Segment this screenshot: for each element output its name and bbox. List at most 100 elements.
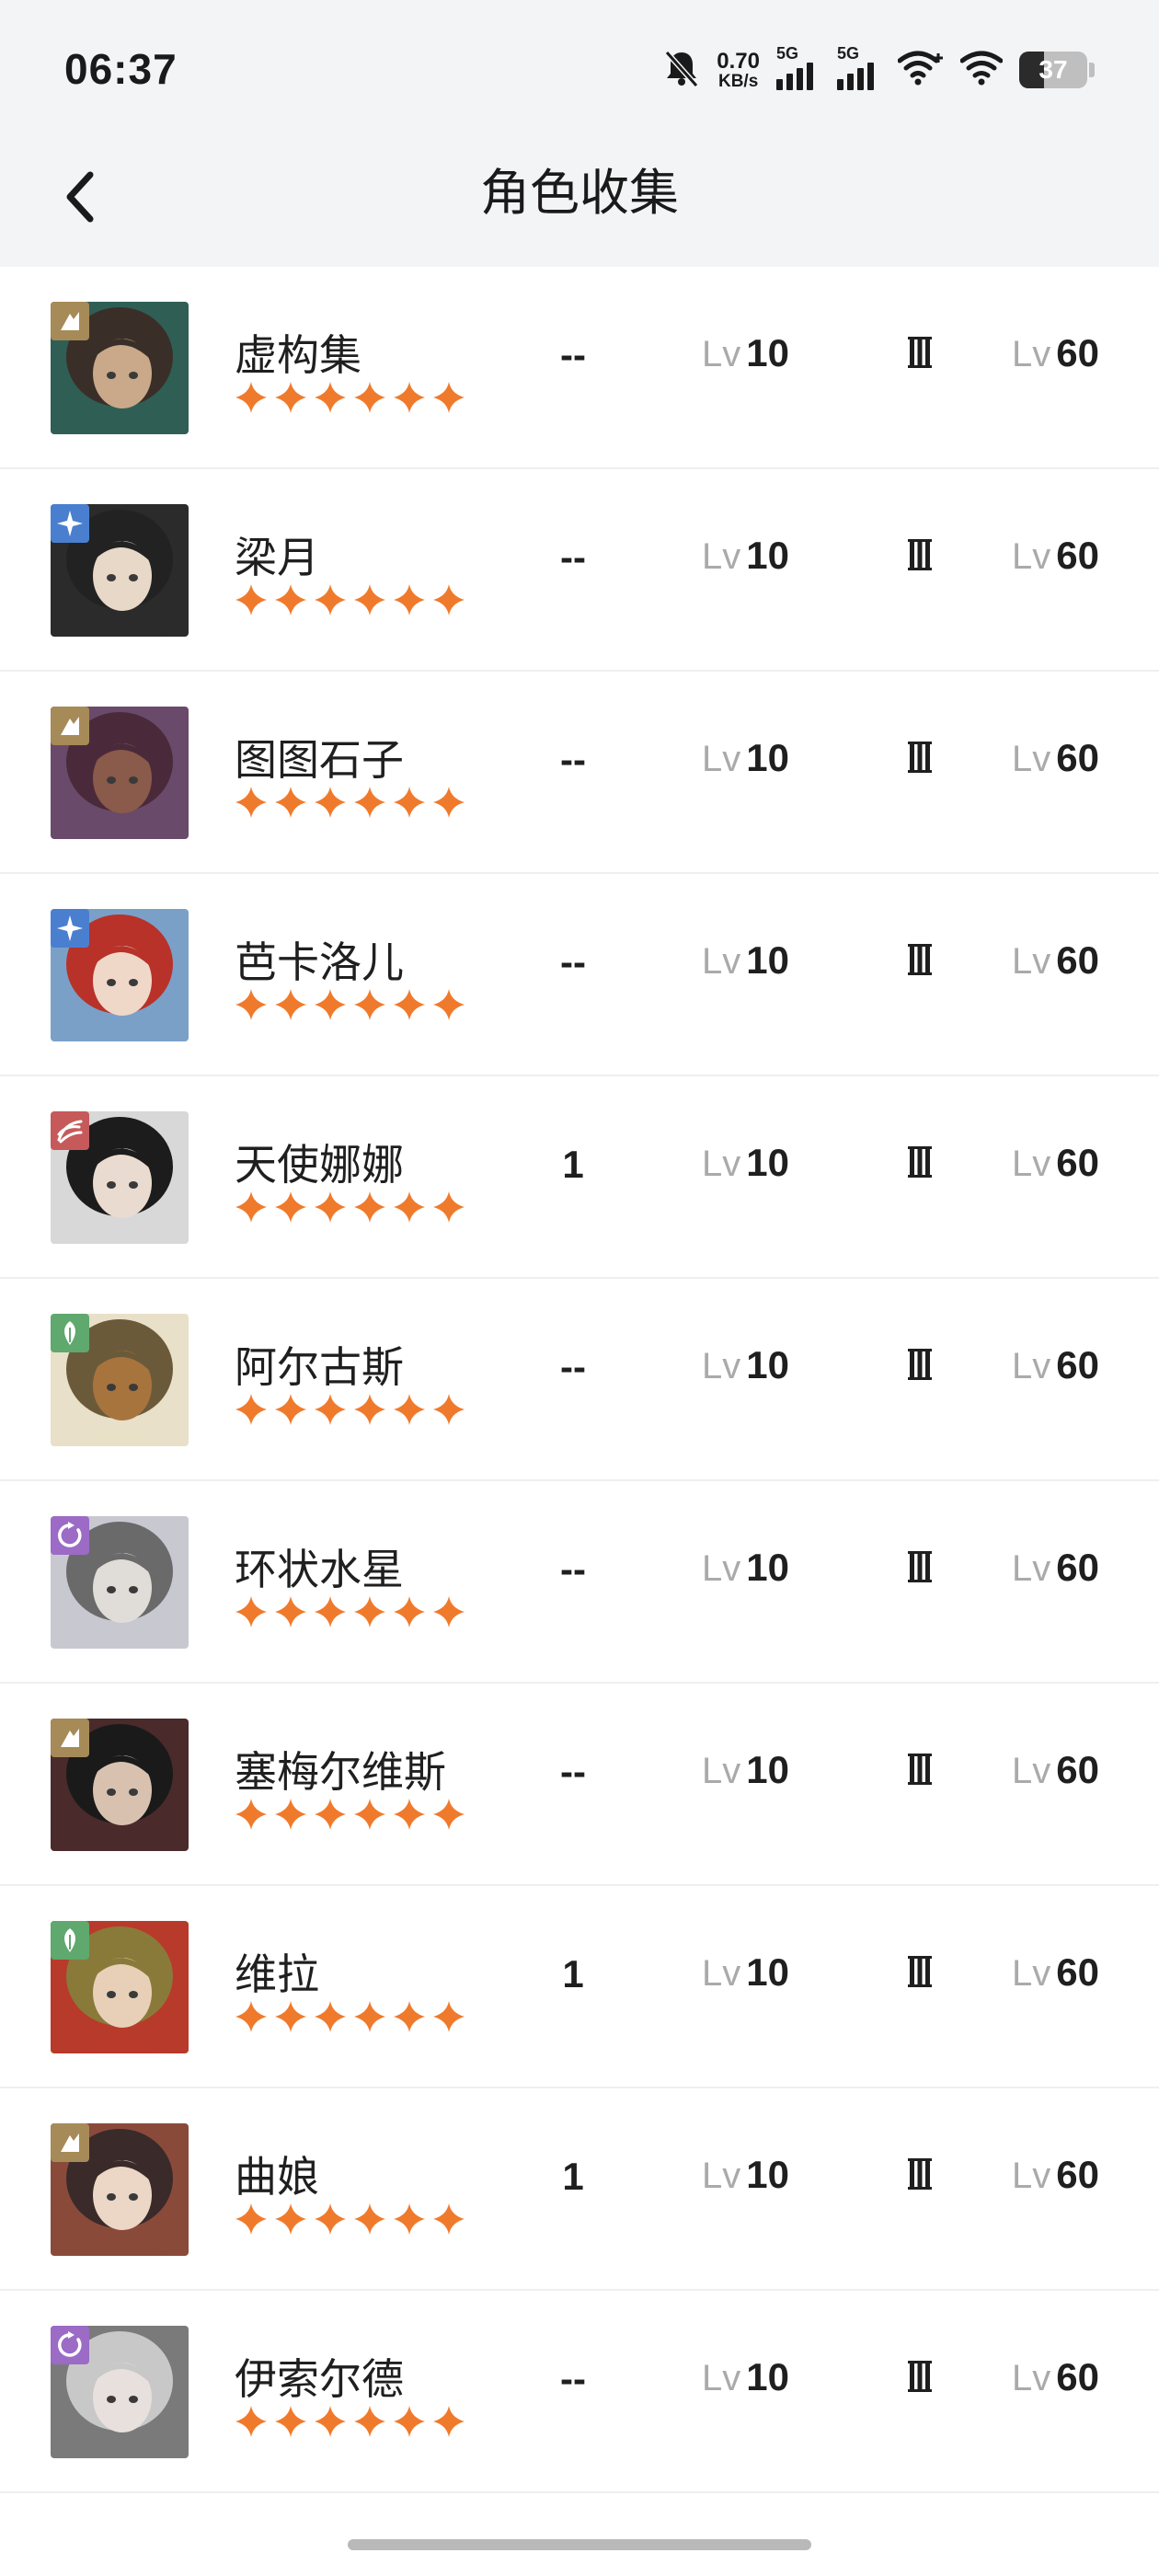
portrait-rank: -- xyxy=(560,1547,586,1591)
level-prefix: Lv xyxy=(1012,1548,1051,1589)
star-icon xyxy=(433,584,465,615)
character-row[interactable]: 图图石子 -- Lv 10 Lv 60 xyxy=(0,672,1159,874)
portrait-rank: -- xyxy=(560,333,586,376)
character-row[interactable]: 环状水星 -- Lv 10 Lv 60 xyxy=(0,1481,1159,1684)
element-green-icon xyxy=(51,1921,89,1960)
star-icon xyxy=(433,1191,465,1223)
star-icon xyxy=(315,2203,346,2235)
level-value: 10 xyxy=(746,331,789,374)
level-prefix: Lv xyxy=(702,536,741,577)
max-level-value: 60 xyxy=(1056,736,1099,779)
character-name: 曲娘 xyxy=(235,2152,319,2202)
battery-icon: 37 xyxy=(1019,52,1087,88)
character-row[interactable]: 天使娜娜 1 Lv 10 Lv 60 xyxy=(0,1076,1159,1279)
character-name: 虚构集 xyxy=(235,330,361,380)
character-row[interactable]: 虚构集 -- Lv 10 Lv 60 xyxy=(0,267,1159,469)
star-icon xyxy=(235,989,267,1020)
character-row[interactable]: 伊索尔德 -- Lv 10 Lv 60 xyxy=(0,2291,1159,2493)
element-gold-icon xyxy=(51,2123,89,2162)
level-prefix: Lv xyxy=(1012,1953,1051,1994)
level-prefix: Lv xyxy=(702,2358,741,2398)
star-icon xyxy=(354,2406,385,2437)
character-row[interactable]: 阿尔古斯 -- Lv 10 Lv 60 xyxy=(0,1279,1159,1481)
max-level-value: 60 xyxy=(1056,534,1099,577)
insight-roman-icon xyxy=(908,1349,932,1380)
max-level: Lv 60 xyxy=(1012,1546,1099,1590)
star-icon xyxy=(275,2203,306,2235)
level-value: 10 xyxy=(746,938,789,982)
star-icon xyxy=(354,1394,385,1425)
max-level-value: 60 xyxy=(1056,1950,1099,1994)
character-list: 虚构集 -- Lv 10 Lv 60 梁月 -- Lv 10 Lv 60 图图石子 -- Lv 10 Lv 60 芭… xyxy=(0,267,1159,2493)
star-icon xyxy=(315,2001,346,2032)
star-icon xyxy=(235,2203,267,2235)
level-value: 10 xyxy=(746,2355,789,2398)
character-name: 图图石子 xyxy=(235,735,404,785)
portrait-rank: -- xyxy=(560,535,586,579)
character-level: Lv 10 xyxy=(702,1950,789,1995)
star-icon xyxy=(315,584,346,615)
rarity-stars xyxy=(235,988,465,1021)
element-gold-icon xyxy=(51,707,89,745)
character-row[interactable]: 塞梅尔维斯 -- Lv 10 Lv 60 xyxy=(0,1684,1159,1886)
star-icon xyxy=(275,787,306,818)
level-value: 10 xyxy=(746,1748,789,1791)
max-level: Lv 60 xyxy=(1012,1141,1099,1185)
top-area: 06:37 0.70 KB/s 5G 5G 37 角色收集 xyxy=(0,0,1159,267)
character-level: Lv 10 xyxy=(702,2153,789,2197)
rarity-stars xyxy=(235,2202,465,2236)
page-header: 角色收集 xyxy=(0,138,1159,267)
character-row[interactable]: 芭卡洛儿 -- Lv 10 Lv 60 xyxy=(0,874,1159,1076)
character-level: Lv 10 xyxy=(702,1546,789,1590)
signal-icon: 5G xyxy=(837,44,881,90)
max-level-value: 60 xyxy=(1056,1748,1099,1791)
max-level-value: 60 xyxy=(1056,1546,1099,1589)
max-level: Lv 60 xyxy=(1012,938,1099,983)
character-level: Lv 10 xyxy=(702,534,789,578)
character-row[interactable]: 曲娘 1 Lv 10 Lv 60 xyxy=(0,2088,1159,2291)
character-row[interactable]: 维拉 1 Lv 10 Lv 60 xyxy=(0,1886,1159,2088)
home-indicator[interactable] xyxy=(348,2539,811,2550)
portrait-rank: -- xyxy=(560,2357,586,2400)
rarity-stars xyxy=(235,1798,465,1831)
level-value: 10 xyxy=(746,736,789,779)
character-name: 塞梅尔维斯 xyxy=(235,1747,446,1797)
level-value: 10 xyxy=(746,1343,789,1386)
rarity-stars xyxy=(235,1393,465,1426)
level-prefix: Lv xyxy=(702,941,741,982)
character-name: 阿尔古斯 xyxy=(235,1342,404,1392)
sim1-label: 5G xyxy=(776,44,799,63)
star-icon xyxy=(235,787,267,818)
status-icons: 0.70 KB/s 5G 5G 37 xyxy=(663,44,1095,94)
character-name: 芭卡洛儿 xyxy=(235,937,404,987)
star-icon xyxy=(275,382,306,413)
insight-roman-icon xyxy=(908,2361,932,2392)
character-name: 环状水星 xyxy=(235,1545,404,1594)
character-level: Lv 10 xyxy=(702,1141,789,1185)
star-icon xyxy=(394,1799,425,1830)
star-icon xyxy=(315,382,346,413)
max-level: Lv 60 xyxy=(1012,736,1099,780)
portrait-rank: 1 xyxy=(562,1143,584,1186)
star-icon xyxy=(235,2001,267,2032)
insight-roman-icon xyxy=(908,539,932,570)
character-row[interactable]: 梁月 -- Lv 10 Lv 60 xyxy=(0,469,1159,672)
character-level: Lv 10 xyxy=(702,1343,789,1387)
level-prefix: Lv xyxy=(1012,1346,1051,1386)
level-prefix: Lv xyxy=(1012,1751,1051,1791)
star-icon xyxy=(354,787,385,818)
rarity-stars xyxy=(235,2405,465,2438)
character-name: 维拉 xyxy=(235,1949,319,1999)
portrait-rank: -- xyxy=(560,1750,586,1793)
element-purple-icon xyxy=(51,1516,89,1555)
portrait-rank: -- xyxy=(560,738,586,781)
insight-roman-icon xyxy=(908,1551,932,1582)
level-prefix: Lv xyxy=(702,1144,741,1184)
star-icon xyxy=(315,787,346,818)
max-level-value: 60 xyxy=(1056,938,1099,982)
insight-roman-icon xyxy=(908,944,932,975)
max-level-value: 60 xyxy=(1056,2153,1099,2196)
star-icon xyxy=(433,2406,465,2437)
star-icon xyxy=(394,2203,425,2235)
insight-roman-icon xyxy=(908,1754,932,1785)
